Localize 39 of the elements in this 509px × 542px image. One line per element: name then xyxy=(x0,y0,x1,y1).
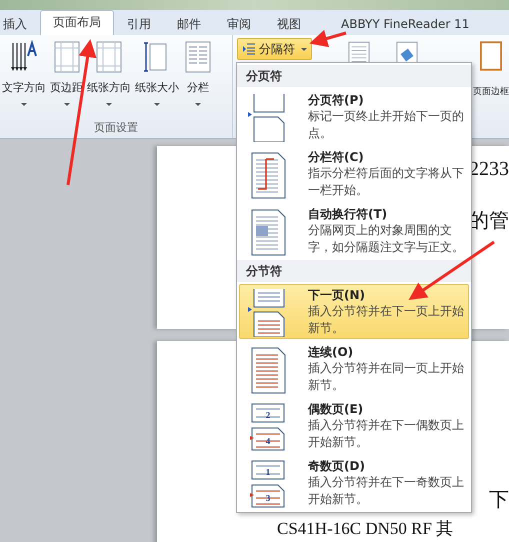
menu-item-title: 分页符(P) xyxy=(308,92,365,108)
ribbon-tab[interactable]: 邮件 xyxy=(164,12,214,35)
menu-item-description: 插入分节符并在同一页上开始新节。 xyxy=(308,360,465,394)
menu-item[interactable]: 分页符(P) 标记一页终止并开始下一页的点。 xyxy=(239,89,469,144)
ribbon-button[interactable]: 文字方向 xyxy=(0,35,48,120)
menu-item-description: 插入分节符并在下一页上开始新节。 xyxy=(308,303,465,337)
menu-item-title: 自动换行符(T) xyxy=(308,206,388,222)
menu-item-title: 下一页(N) xyxy=(308,287,366,303)
menu-item[interactable]: 分栏符(C) 指示分栏符后面的文字将从下一栏开始。 xyxy=(239,146,469,201)
document-text: CS41H-16C DN50 RF 其 xyxy=(277,520,454,538)
ribbon-button[interactable]: 页面边框 xyxy=(473,35,509,98)
menu-item-title: 分栏符(C) xyxy=(308,149,365,165)
menu-item[interactable]: 下一页(N) 插入分节符并在下一页上开始新节。 xyxy=(239,284,469,339)
menu-item-title: 偶数页(E) xyxy=(308,401,364,417)
menu-item-title: 连续(O) xyxy=(308,344,354,360)
menu-item-description: 插入分节符并在下一偶数页上开始新节。 xyxy=(308,417,465,451)
menu-item[interactable]: 连续(O) 插入分节符并在同一页上开始新节。 xyxy=(239,341,469,396)
menu-item-description: 分隔网页上的对象周围的文字，如分隔题注文字与正文。 xyxy=(308,222,465,256)
ribbon-button[interactable]: 纸张方向 xyxy=(85,35,133,120)
ribbon-tab[interactable]: 引用 xyxy=(114,12,164,35)
menu-item[interactable]: 自动换行符(T) 分隔网页上的对象周围的文字，如分隔题注文字与正文。 xyxy=(239,203,469,258)
group-label: 页面设置 xyxy=(93,120,139,136)
ribbon-tab[interactable]: ABBYY FineReader 11 xyxy=(314,12,482,35)
ribbon-tab[interactable]: 页面布局 xyxy=(40,10,114,35)
ribbon-button[interactable]: 分栏 xyxy=(181,35,215,120)
annotation-arrow xyxy=(309,30,346,48)
menu-item-description: 指示分栏符后面的文字将从下一栏开始。 xyxy=(308,165,465,199)
ribbon-tab[interactable]: 审阅 xyxy=(214,12,264,35)
ribbon-tab[interactable]: 插入 xyxy=(0,12,40,35)
menu-section-header: 分节符 xyxy=(237,260,471,282)
document-text: 下 xyxy=(489,489,509,511)
menu-section-header: 分页符 xyxy=(237,65,471,87)
ribbon-button[interactable]: 纸张大小 xyxy=(133,35,181,120)
break-icon xyxy=(242,42,256,56)
menu-item-description: 标记一页终止并开始下一页的点。 xyxy=(308,108,465,142)
menu-item-title: 奇数页(D) xyxy=(308,458,366,474)
breaks-button[interactable]: 分隔符 xyxy=(237,38,312,60)
ribbon-tab[interactable]: 视图 xyxy=(264,12,314,35)
menu-item-description: 插入分节符并在下一奇数页上开始新节。 xyxy=(308,474,465,508)
